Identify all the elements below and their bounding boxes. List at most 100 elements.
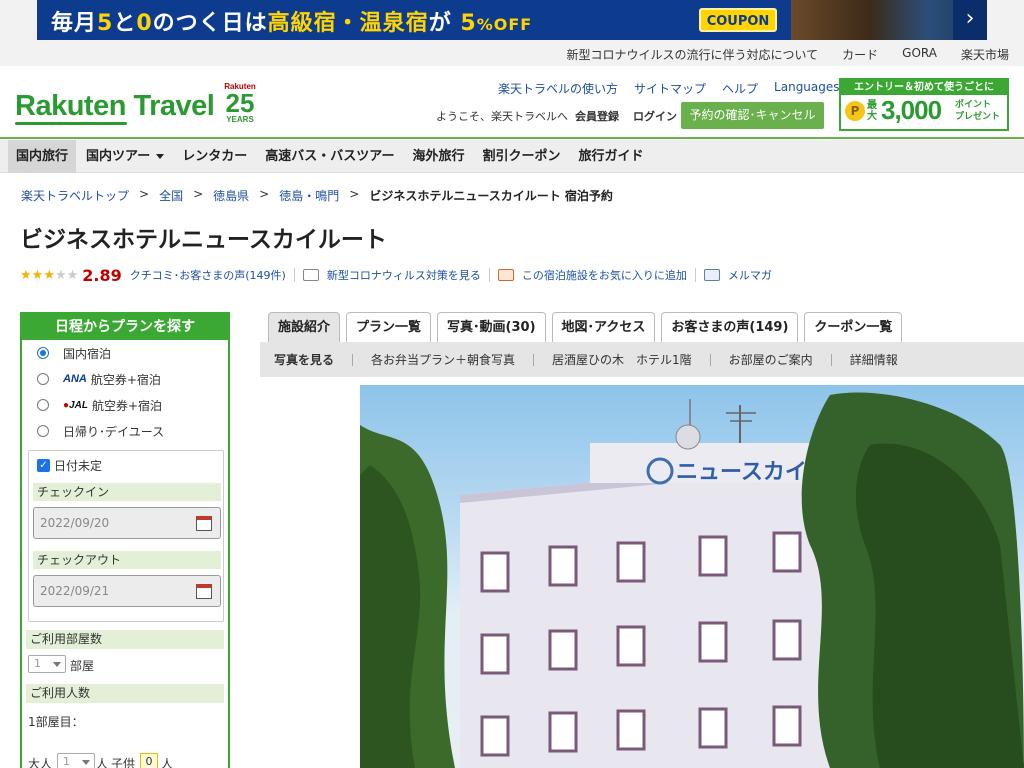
monitor-icon [302, 269, 319, 281]
radio-label: 日帰り･デイユース [63, 424, 165, 439]
adult-label: 大人 [28, 757, 53, 768]
checkbox-label: 日付未定 [54, 459, 103, 473]
hotel-tabs: 施設紹介 プラン一覧 写真･動画(30) 地図･アクセス お客さまの声(149)… [268, 312, 903, 342]
utility-links: 新型コロナウイルスの流行に伴う対応について カード GORA 楽天市場 [567, 46, 1010, 63]
breadcrumb-sep: > [139, 187, 150, 201]
radio-day-use[interactable]: 日帰り･デイユース [22, 418, 228, 444]
checkmark-icon[interactable]: ✓ [37, 459, 50, 472]
divider [709, 353, 711, 366]
banner-next-arrow-icon[interactable]: › [953, 0, 987, 40]
nav-overseas[interactable]: 海外旅行 [405, 140, 473, 173]
coupon-badge: COUPON [699, 8, 777, 32]
subnav-bento-plans[interactable]: 各お弁当プラン＋朝食写真 [371, 351, 515, 368]
nav-travel-guide[interactable]: 旅行ガイド [571, 140, 652, 173]
rakuten-travel-logo[interactable]: Rakuten Travel [15, 90, 215, 123]
subnav-photos[interactable]: 写真を見る [274, 351, 334, 368]
checkout-date-input[interactable]: 2022/09/21 [33, 575, 221, 607]
add-favorite-link[interactable]: この宿泊施設をお気に入りに追加 [522, 267, 687, 283]
divider [293, 268, 295, 282]
nav-rental-car[interactable]: レンタカー [174, 140, 255, 173]
divider [533, 353, 535, 366]
star-empty-icon: ★ [54, 267, 67, 283]
util-link-gora[interactable]: GORA [902, 46, 937, 63]
covid-measures-link[interactable]: 新型コロナウィルス対策を見る [327, 267, 481, 283]
page-title: ビジネスホテルニュースカイルート [20, 227, 387, 253]
link-help[interactable]: ヘルプ [722, 80, 758, 97]
hotel-sign-text: ニュースカイ [676, 460, 807, 485]
child-count-input[interactable]: 0 [140, 753, 158, 768]
subnav-izakaya[interactable]: 居酒屋ひの木 ホテル1階 [552, 351, 692, 368]
date-undecided-checkbox[interactable]: ✓ 日付未定 [37, 457, 102, 474]
radio-button[interactable] [37, 425, 49, 437]
tab-overview[interactable]: 施設紹介 [268, 312, 341, 342]
star-filled-icon: ★ [20, 267, 32, 283]
rating-score: 2.89 [82, 265, 122, 285]
breadcrumb-sep: > [193, 187, 204, 201]
login-link[interactable]: ログイン [633, 108, 677, 124]
radio-label: 航空券+宿泊 [90, 372, 161, 387]
checkin-date-input[interactable]: 2022/09/20 [33, 507, 221, 539]
divider [830, 353, 832, 366]
breadcrumb-area[interactable]: 徳島・鳴門 [279, 187, 339, 204]
overview-subnav: 写真を見る 各お弁当プラン＋朝食写真 居酒屋ひの木 ホテル1階 お部屋のご案内 … [260, 342, 1024, 377]
radio-ana-flight-stay[interactable]: ANA 航空券+宿泊 [22, 366, 228, 392]
breadcrumb-prefecture[interactable]: 徳島県 [213, 187, 249, 204]
rooms-select[interactable]: 1 [28, 655, 66, 673]
promo-banner[interactable]: 毎月5と0のつく日は高級宿・温泉宿が 5%OFF COUPON › [37, 0, 987, 40]
utility-bar: 新型コロナウイルスの流行に伴う対応について カード GORA 楽天市場 [0, 40, 1024, 66]
subnav-rooms[interactable]: お部屋のご案内 [729, 351, 813, 368]
util-link-ichiba[interactable]: 楽天市場 [961, 46, 1009, 63]
tab-coupons[interactable]: クーポン一覧 [804, 312, 903, 342]
radio-jal-flight-stay[interactable]: ●JAL 航空券+宿泊 [22, 392, 228, 418]
point-coin-icon: P [845, 101, 865, 121]
mail-icon [703, 269, 720, 281]
25-years-logo: Rakuten 25 YEARS [224, 82, 256, 124]
tab-plans[interactable]: プラン一覧 [346, 312, 432, 342]
nav-domestic-tour[interactable]: 国内ツアー [78, 140, 172, 173]
breadcrumb-all[interactable]: 全国 [159, 187, 183, 204]
hotel-main-photo[interactable]: ニュースカイ [360, 385, 1024, 768]
radio-button[interactable] [37, 399, 49, 411]
logo-underline [15, 122, 127, 125]
tab-reviews[interactable]: お客さまの声(149) [661, 312, 799, 342]
ana-logo-icon: ANA [63, 373, 87, 385]
adult-unit: 人 [96, 757, 109, 768]
sidebar-title: 日程からプランを探す [22, 314, 228, 340]
rating-row: ★★★★★ 2.89 クチコミ･お客さまの声(149件) 新型コロナウィルス対策… [20, 265, 772, 285]
radio-domestic-stay[interactable]: 国内宿泊 [22, 340, 228, 366]
nav-coupon[interactable]: 割引クーポン [475, 140, 569, 173]
child-unit: 人 [161, 757, 174, 768]
member-register-link[interactable]: 会員登録 [575, 108, 619, 124]
newsletter-link[interactable]: メルマガ [728, 267, 772, 283]
date-box: ✓ 日付未定 チェックイン 2022/09/20 チェックアウト 2022/09… [28, 450, 224, 622]
tab-map[interactable]: 地図･アクセス [551, 312, 656, 342]
reviews-link[interactable]: クチコミ･お客さまの声(149件) [130, 267, 286, 283]
tab-photos[interactable]: 写真･動画(30) [437, 312, 546, 342]
util-link-card[interactable]: カード [842, 46, 878, 63]
star-rating: ★★★★★ [20, 268, 78, 283]
breadcrumb-sep: > [259, 187, 270, 201]
radio-button[interactable] [37, 347, 49, 359]
subnav-details[interactable]: 詳細情報 [850, 351, 898, 368]
radio-label: 航空券+宿泊 [91, 398, 163, 413]
calendar-icon[interactable] [196, 516, 212, 531]
breadcrumb-top[interactable]: 楽天トラベルトップ [21, 187, 129, 204]
star-filled-icon: ★ [43, 267, 55, 283]
breadcrumb-current: ビジネスホテルニュースカイルート 宿泊予約 [369, 189, 613, 203]
reservation-check-button[interactable]: 予約の確認･キャンセル [681, 102, 824, 129]
banner-headline: 毎月5と0のつく日は高級宿・温泉宿が 5%OFF [51, 11, 533, 36]
radio-button[interactable] [37, 373, 49, 385]
promo-points: 3,000 [881, 95, 942, 125]
nav-domestic-travel[interactable]: 国内旅行 [8, 140, 77, 173]
adult-select[interactable]: 1 [57, 753, 95, 768]
link-how-to-use[interactable]: 楽天トラベルの使い方 [498, 80, 618, 97]
room1-label: 1部屋目： [28, 715, 84, 729]
jal-logo-icon: ●JAL [63, 399, 88, 411]
link-sitemap[interactable]: サイトマップ [634, 80, 706, 97]
calendar-icon[interactable] [196, 584, 212, 599]
top-banner[interactable]: 毎月5と0のつく日は高級宿・温泉宿が 5%OFF COUPON › [0, 0, 1024, 40]
nav-bus[interactable]: 高速バス・バスツアー [257, 140, 402, 173]
util-link-covid[interactable]: 新型コロナウイルスの流行に伴う対応について [567, 46, 819, 63]
points-promo-banner[interactable]: エントリー＆初めて使うごとに P 最大 3,000 ポイント プレゼント [839, 78, 1009, 131]
hotel-building-image: ニュースカイ [360, 392, 1024, 768]
